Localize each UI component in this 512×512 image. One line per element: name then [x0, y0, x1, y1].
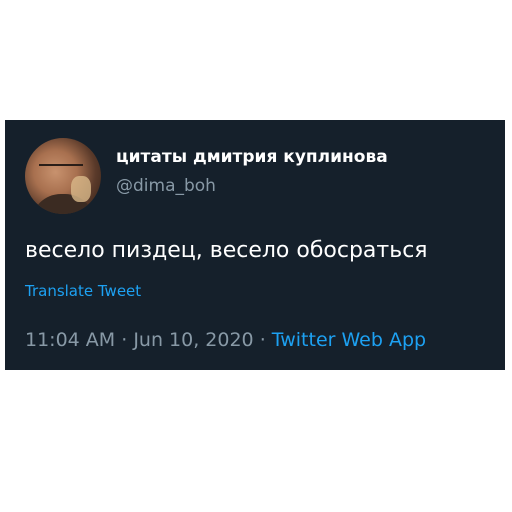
- avatar-glasses: [39, 164, 83, 176]
- tweet-card: цитаты дмитрия куплинова @dima_boh весел…: [5, 120, 505, 370]
- tweet-source-link[interactable]: Twitter Web App: [272, 329, 426, 351]
- user-handle[interactable]: @dima_boh: [116, 176, 216, 196]
- display-name[interactable]: цитаты дмитрия куплинова: [116, 147, 388, 167]
- tweet-time[interactable]: 11:04 AM: [25, 329, 115, 351]
- tweet-meta: 11:04 AM · Jun 10, 2020 · Twitter Web Ap…: [25, 329, 426, 351]
- avatar[interactable]: [25, 138, 101, 214]
- tweet-date[interactable]: Jun 10, 2020: [133, 329, 253, 351]
- meta-separator: ·: [253, 329, 272, 351]
- avatar-glow: [71, 176, 91, 202]
- meta-separator: ·: [115, 329, 134, 351]
- translate-tweet-link[interactable]: Translate Tweet: [25, 282, 141, 300]
- tweet-text: весело пиздец, весело обосраться: [25, 238, 428, 263]
